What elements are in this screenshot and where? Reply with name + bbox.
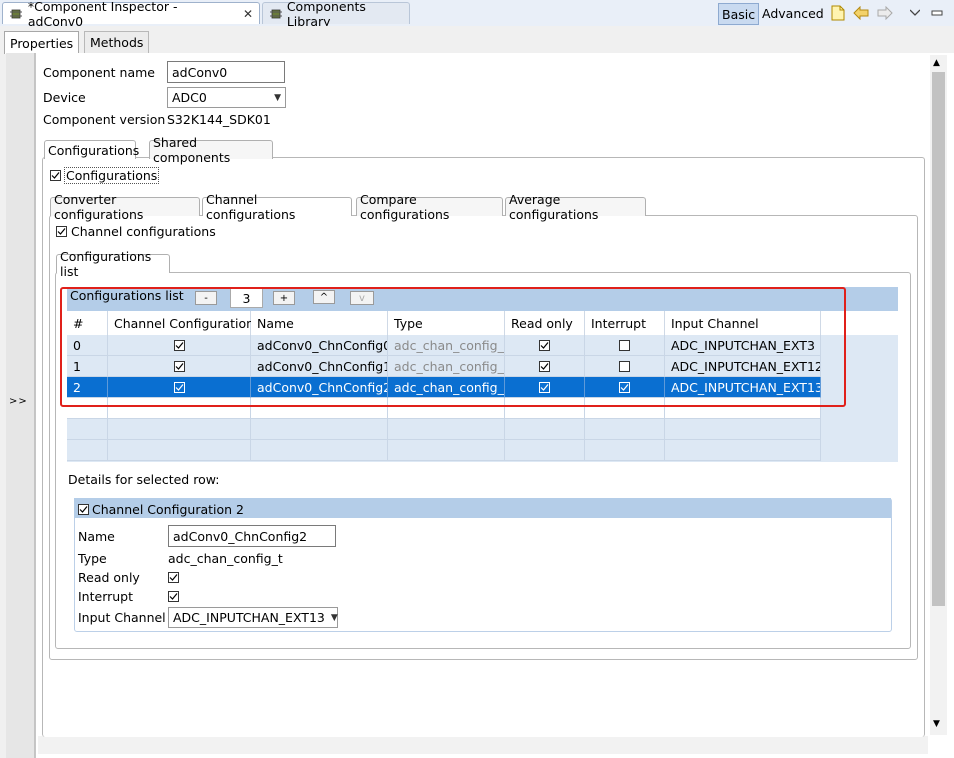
component-chip-icon: [269, 8, 282, 20]
back-arrow-icon[interactable]: [852, 4, 870, 22]
scroll-down-icon[interactable]: ▼: [933, 719, 940, 729]
channel-configurations-checkbox-row[interactable]: Channel configurations: [56, 224, 216, 239]
chevron-down-icon: ▼: [274, 92, 281, 103]
details-type-label: Type: [78, 551, 107, 566]
expand-panel-button[interactable]: >>: [9, 396, 28, 407]
scrollbar-thumb[interactable]: [932, 72, 945, 606]
tab-channel-configurations[interactable]: Channel configurations: [202, 192, 352, 222]
close-icon[interactable]: ✕: [243, 7, 253, 21]
channel-configurations-checkbox[interactable]: [56, 226, 67, 237]
highlight-annotation-box: [60, 287, 846, 407]
device-select[interactable]: ADC0 ▼: [167, 87, 286, 108]
details-read-only-checkbox[interactable]: [168, 572, 179, 583]
channel-configurations-checkbox-label: Channel configurations: [71, 224, 216, 239]
details-group-title: Channel Configuration 2: [92, 502, 244, 517]
tab-configurations-list[interactable]: Configurations list: [56, 249, 170, 279]
channel-configuration-checkbox[interactable]: [78, 504, 89, 515]
view-menu-icon[interactable]: [906, 4, 924, 22]
tab-components-library[interactable]: Components Library: [262, 0, 410, 29]
details-caption: Details for selected row:: [68, 472, 220, 487]
horizontal-scrollbar[interactable]: [38, 736, 928, 754]
component-name-input[interactable]: adConv0: [167, 61, 285, 83]
details-input-channel-select[interactable]: ADC_INPUTCHAN_EXT13 ▼: [168, 607, 338, 628]
configurations-checkbox[interactable]: [50, 170, 61, 181]
forward-arrow-icon[interactable]: [876, 4, 894, 22]
component-chip-icon: [9, 8, 23, 20]
tab-methods[interactable]: Methods: [84, 31, 150, 53]
device-select-value: ADC0: [172, 90, 207, 105]
details-name-input[interactable]: adConv0_ChnConfig2: [168, 525, 336, 547]
component-version-value: S32K144_SDK01: [167, 112, 271, 127]
details-input-channel-value: ADC_INPUTCHAN_EXT13: [173, 610, 325, 625]
component-name-label: Component name: [43, 65, 155, 80]
details-name-label: Name: [78, 529, 115, 544]
tab-converter-configurations[interactable]: Converter configurations: [50, 192, 200, 222]
table-row-empty: [67, 440, 821, 461]
scroll-up-icon[interactable]: ▲: [933, 58, 940, 68]
component-version-label: Component version: [43, 112, 166, 127]
device-label: Device: [43, 90, 86, 105]
details-interrupt-label: Interrupt: [78, 589, 134, 604]
configurations-checkbox-label: Configurations: [64, 167, 160, 184]
tab-shared-components[interactable]: Shared components: [149, 135, 273, 165]
tab-properties[interactable]: Properties: [4, 31, 80, 54]
minimize-icon[interactable]: [928, 4, 946, 22]
details-input-channel-label: Input Channel: [78, 610, 166, 625]
configurations-checkbox-row[interactable]: Configurations: [50, 167, 160, 184]
details-type-value: adc_chan_config_t: [168, 551, 283, 566]
tab-average-configurations[interactable]: Average configurations: [505, 192, 646, 222]
basic-mode-button[interactable]: Basic: [718, 3, 760, 25]
table-row-empty: [67, 419, 821, 440]
details-read-only-label: Read only: [78, 570, 140, 585]
new-note-icon[interactable]: [829, 4, 847, 22]
advanced-mode-button[interactable]: Advanced: [759, 3, 827, 23]
tab-component-inspector[interactable]: *Component Inspector - adConv0 ✕: [2, 0, 260, 29]
details-group-checkbox-row[interactable]: Channel Configuration 2: [78, 502, 244, 517]
tab-inspector-label: *Component Inspector - adConv0: [27, 0, 178, 29]
details-interrupt-checkbox[interactable]: [168, 591, 179, 602]
tab-configurations[interactable]: Configurations: [44, 140, 139, 159]
tab-compare-configurations[interactable]: Compare configurations: [356, 192, 503, 222]
chevron-down-icon: ▼: [330, 612, 338, 623]
tab-library-label: Components Library: [286, 0, 366, 29]
